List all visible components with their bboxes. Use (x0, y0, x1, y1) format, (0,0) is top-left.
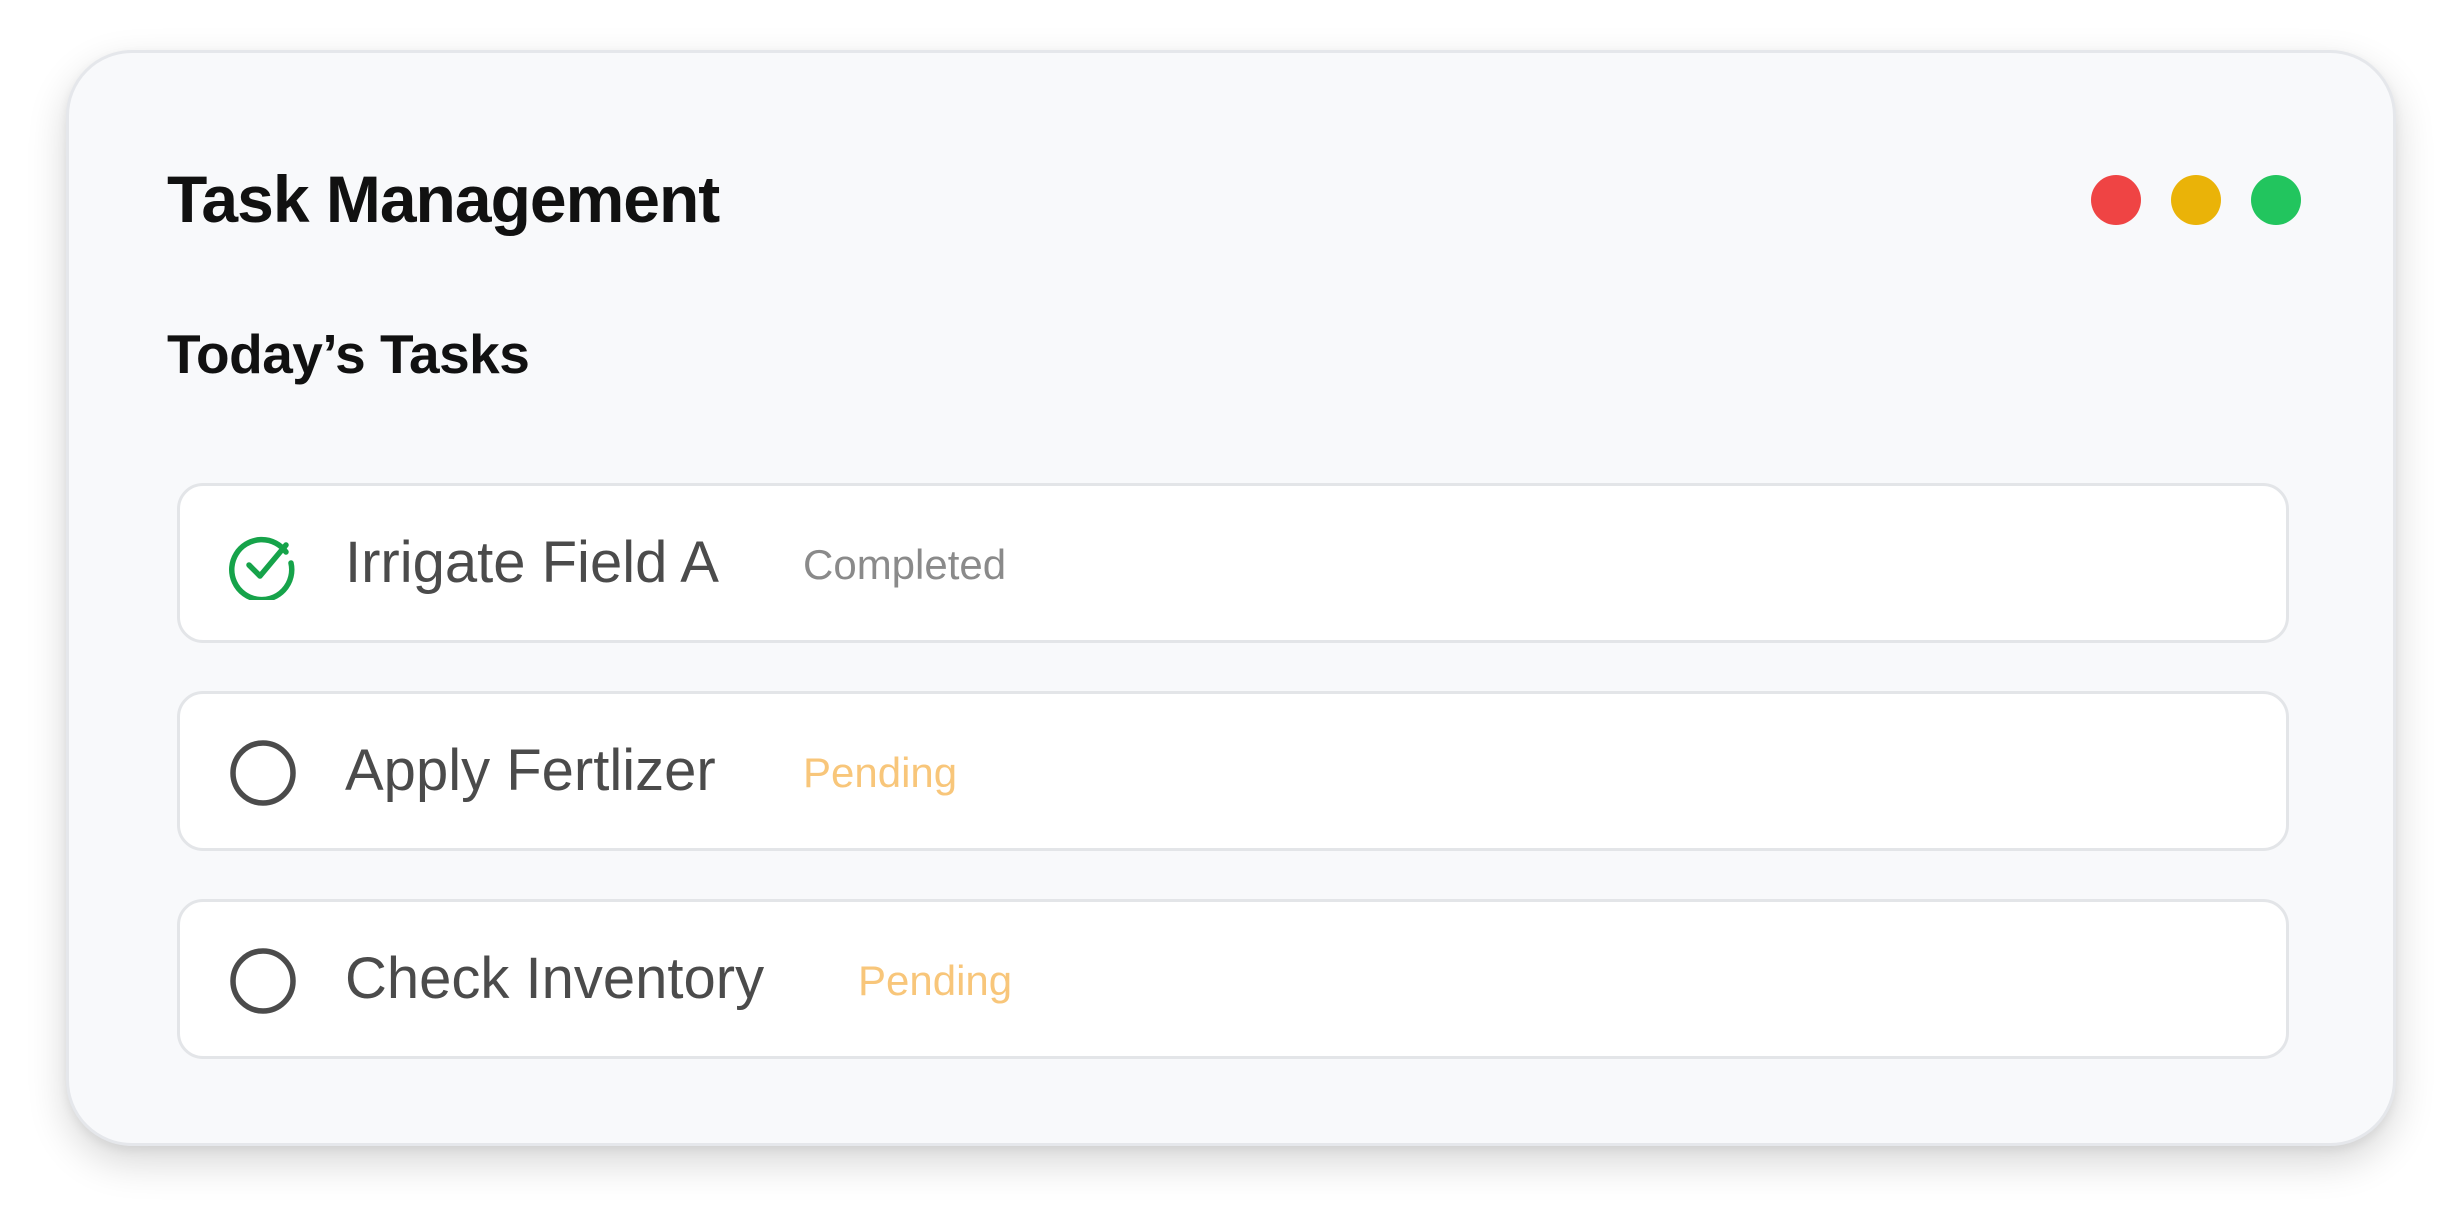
task-name: Apply Fertlizer (345, 738, 716, 803)
empty-circle-icon[interactable] (228, 738, 298, 808)
task-item[interactable]: Irrigate Field A Completed (177, 483, 2289, 643)
task-status-badge: Completed (803, 541, 1007, 588)
check-circle-icon[interactable] (228, 530, 298, 600)
window-controls (2091, 175, 2301, 225)
close-button[interactable] (2091, 175, 2141, 225)
minimize-button[interactable] (2171, 175, 2221, 225)
section-title: Today’s Tasks (167, 323, 530, 385)
task-name: Irrigate Field A (345, 530, 719, 595)
task-name: Check Inventory (345, 946, 765, 1011)
empty-circle-icon[interactable] (228, 946, 298, 1016)
maximize-button[interactable] (2251, 175, 2301, 225)
app-window: Task Management Today’s Tasks Irrigate F… (66, 50, 2396, 1146)
task-status-badge: Pending (803, 749, 958, 796)
app-title: Task Management (167, 162, 720, 236)
task-status-badge: Pending (858, 957, 1013, 1004)
task-item[interactable]: Check Inventory Pending (177, 899, 2289, 1059)
task-item[interactable]: Apply Fertlizer Pending (177, 691, 2289, 851)
task-list: Irrigate Field A Completed Apply Fertliz… (177, 483, 2289, 1107)
